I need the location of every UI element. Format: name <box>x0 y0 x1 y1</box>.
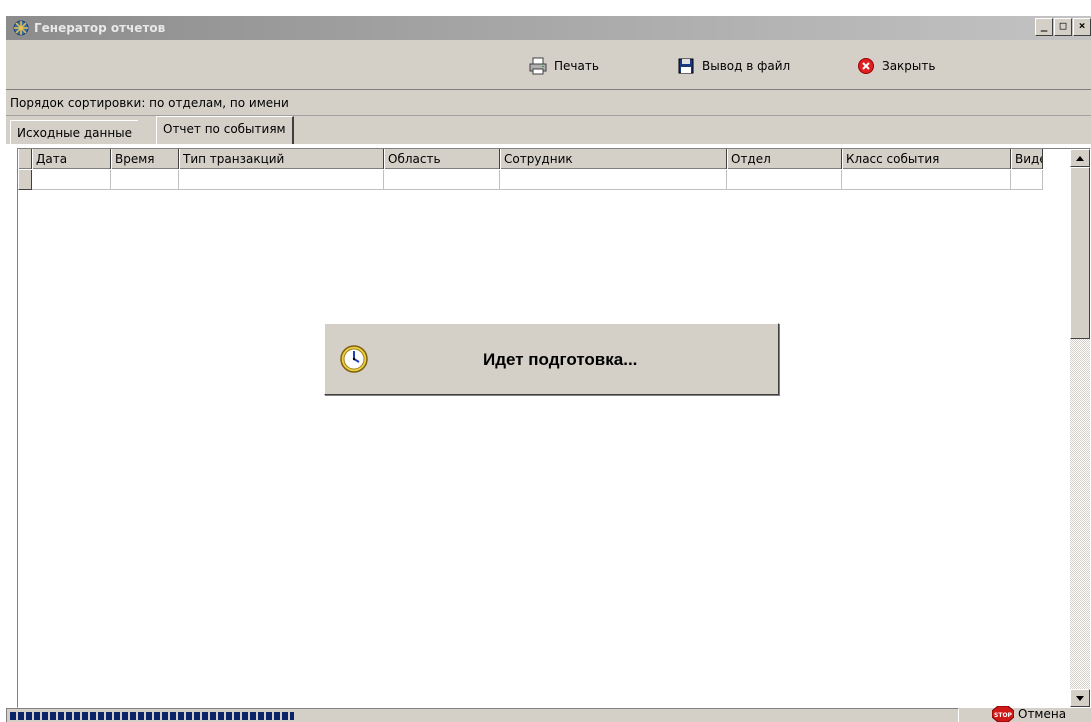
column-header-department[interactable]: Отдел <box>727 149 842 169</box>
toolbar: Печать Вывод в файл Закрыть <box>6 40 1091 90</box>
minimize-button[interactable]: _ <box>1035 18 1053 36</box>
column-header-time[interactable]: Время <box>111 149 179 169</box>
table-cell[interactable] <box>111 170 179 190</box>
progress-bar <box>6 708 959 722</box>
print-label: Печать <box>554 59 599 73</box>
sort-order-label: Порядок сортировки: по отделам, по имени <box>6 90 1091 116</box>
progress-message: Идет подготовка... <box>483 350 638 369</box>
close-label: Закрыть <box>882 59 936 73</box>
cancel-button[interactable]: STOP Отмена <box>992 706 1066 722</box>
export-to-file-button[interactable]: Вывод в файл <box>676 56 790 76</box>
column-header-area[interactable]: Область <box>384 149 500 169</box>
title-bar: Генератор отчетов _ □ × <box>6 16 1091 40</box>
table-cell[interactable] <box>1011 170 1043 190</box>
column-header-transaction-type[interactable]: Тип транзакций <box>179 149 384 169</box>
table-cell[interactable] <box>500 170 727 190</box>
close-report-button[interactable]: Закрыть <box>856 56 935 76</box>
cancel-label: Отмена <box>1018 707 1067 721</box>
row-indicator[interactable] <box>18 170 32 190</box>
tab-event-report[interactable]: Отчет по событиям <box>156 116 294 144</box>
report-grid: Дата Время Тип транзакций Область Сотруд… <box>17 148 1091 708</box>
table-row[interactable] <box>18 170 1043 190</box>
progress-dialog: Идет подготовка... <box>324 323 779 395</box>
table-cell[interactable] <box>384 170 500 190</box>
vertical-scrollbar[interactable] <box>1070 149 1090 707</box>
stop-icon: STOP <box>992 706 1014 722</box>
print-button[interactable]: Печать <box>528 56 599 76</box>
printer-icon <box>528 57 548 75</box>
svg-text:STOP: STOP <box>994 712 1013 719</box>
arrow-up-icon <box>1076 155 1084 161</box>
arrow-down-icon <box>1076 695 1084 701</box>
row-indicator-header <box>18 149 32 169</box>
table-cell[interactable] <box>842 170 1011 190</box>
table-cell[interactable] <box>32 170 111 190</box>
scroll-down-button[interactable] <box>1070 689 1090 707</box>
column-header-video[interactable]: Видео <box>1011 149 1043 169</box>
floppy-disk-icon <box>676 57 696 75</box>
table-cell[interactable] <box>727 170 842 190</box>
column-header-event-class[interactable]: Класс события <box>842 149 1011 169</box>
close-window-button[interactable]: × <box>1073 18 1091 36</box>
column-header-employee[interactable]: Сотрудник <box>500 149 727 169</box>
maximize-button[interactable]: □ <box>1054 18 1072 36</box>
clock-icon <box>339 344 369 374</box>
table-cell[interactable] <box>179 170 384 190</box>
column-header-date[interactable]: Дата <box>32 149 111 169</box>
status-bar: STOP Отмена <box>6 706 1091 722</box>
close-circle-icon <box>856 57 876 75</box>
export-label: Вывод в файл <box>702 59 791 73</box>
scroll-thumb[interactable] <box>1070 167 1090 339</box>
tab-source-data[interactable]: Исходные данные <box>10 120 139 144</box>
grid-header: Дата Время Тип транзакций Область Сотруд… <box>18 149 1043 169</box>
app-icon <box>10 18 32 38</box>
progress-fill <box>10 712 294 720</box>
window-title: Генератор отчетов <box>34 21 166 35</box>
scroll-up-button[interactable] <box>1070 149 1090 167</box>
tab-strip: Исходные данные Отчет по событиям <box>6 116 1091 144</box>
